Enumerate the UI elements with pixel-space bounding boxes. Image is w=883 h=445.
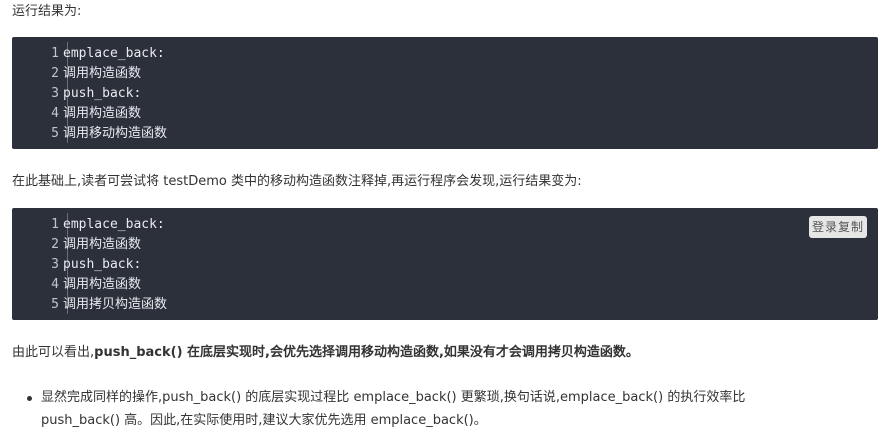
line-number: 4: [51, 106, 59, 121]
conclusion-text: 由此可以看出,push_back() 在底层实现时,会优先选择调用移动构造函数,…: [12, 343, 639, 363]
intro-text: 运行结果为:: [12, 4, 82, 19]
code-text: 调用移动构造函数: [63, 126, 168, 141]
code-line: 4 调用构造函数: [12, 104, 141, 124]
code-block-1: 1 emplace_back: 2 调用构造函数 3 push_back: 4 调用构造…: [12, 37, 878, 149]
code-block-2: 1 emplace_back: 2 调用构造函数 3 push_back: 4 调用构造…: [12, 208, 878, 320]
line-number: 5: [51, 126, 59, 141]
code-line: 2 调用构造函数: [12, 235, 141, 255]
line-number: 5: [51, 297, 59, 312]
code-text: 调用构造函数: [63, 106, 142, 121]
code-line: 4 调用构造函数: [12, 275, 141, 295]
bullet-line-1: 显然完成同样的操作,push_back() 的底层实现过程比 emplace_b…: [41, 390, 746, 405]
line-number: 3: [51, 86, 59, 101]
code-line: 1 emplace_back:: [12, 215, 165, 235]
line-number: 3: [51, 257, 59, 272]
middle-text: 在此基础上,读者可尝试将 testDemo 类中的移动构造函数注释掉,再运行程序…: [12, 174, 582, 189]
code-line: 3 push_back:: [12, 255, 141, 275]
code-text: push_back:: [63, 257, 142, 272]
line-number: 2: [51, 66, 59, 81]
code-text: push_back:: [63, 86, 142, 101]
line-number: 1: [51, 217, 59, 232]
line-number: 2: [51, 237, 59, 252]
code-text: 调用拷贝构造函数: [63, 297, 168, 312]
line-number: 1: [51, 46, 59, 61]
code-text: 调用构造函数: [63, 66, 142, 81]
bullet-line-2: push_back() 高。因此,在实际使用时,建议大家优先选用 emplace…: [41, 413, 487, 428]
conclusion-prefix: 由此可以看出,: [12, 345, 95, 360]
bullet-dot: [27, 396, 32, 401]
code-line: 5 调用移动构造函数: [12, 124, 167, 144]
code-line: 2 调用构造函数: [12, 64, 141, 84]
conclusion-bold: push_back() 在底层实现时,会优先选择调用移动构造函数,如果没有才会调…: [94, 345, 639, 360]
login-copy-button[interactable]: 登录复制: [809, 216, 867, 238]
bullet-text: 显然完成同样的操作,push_back() 的底层实现过程比 emplace_b…: [41, 386, 745, 432]
code-line: 1 emplace_back:: [12, 44, 165, 64]
code-line: 5 调用拷贝构造函数: [12, 295, 167, 315]
line-number: 4: [51, 277, 59, 292]
code-text: emplace_back:: [63, 217, 165, 232]
code-text: emplace_back:: [63, 46, 165, 61]
code-text: 调用构造函数: [63, 237, 142, 252]
code-text: 调用构造函数: [63, 277, 142, 292]
code-line: 3 push_back:: [12, 84, 141, 104]
